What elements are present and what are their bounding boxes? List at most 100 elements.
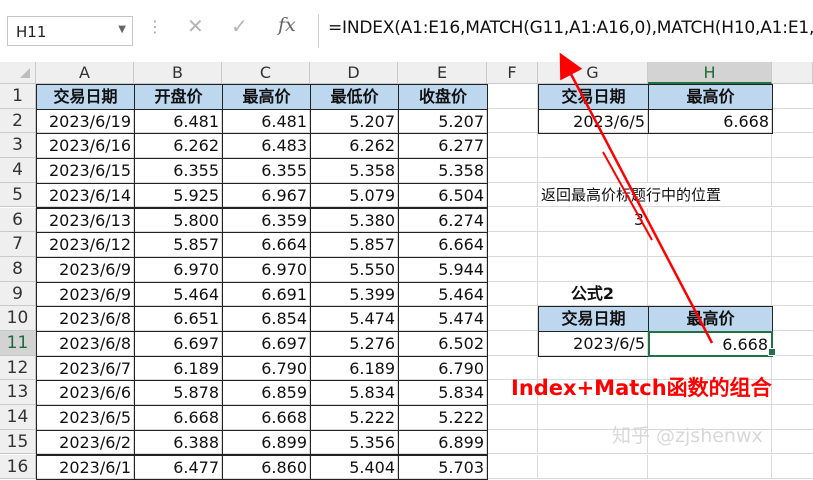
cell[interactable] [538, 257, 648, 282]
table-cell[interactable]: 2023/6/7 [36, 356, 135, 382]
table-cell[interactable]: 6.899 [222, 430, 311, 456]
table-cell[interactable]: 6.668 [222, 405, 311, 431]
row-header-8[interactable]: 8 [0, 257, 36, 282]
table-cell[interactable]: 5.834 [398, 380, 488, 406]
table-cell[interactable]: 6.262 [310, 133, 399, 159]
column-header-g[interactable]: G [538, 62, 648, 84]
active-cell[interactable]: 6.668 [648, 331, 773, 357]
table-cell[interactable]: 6.359 [222, 208, 311, 234]
row-header-13[interactable]: 13 [0, 380, 36, 405]
table-cell[interactable]: 2023/6/16 [36, 133, 135, 159]
select-all-icon[interactable] [20, 68, 30, 78]
table-cell[interactable]: 6.664 [222, 232, 311, 258]
cell[interactable] [538, 232, 648, 257]
row-header-4[interactable]: 4 [0, 158, 36, 183]
table-cell[interactable]: 6.481 [134, 109, 223, 135]
row-header-10[interactable]: 10 [0, 306, 36, 331]
cell[interactable] [648, 455, 772, 480]
lookup-header[interactable]: 交易日期 [538, 84, 649, 110]
row-header-12[interactable]: 12 [0, 356, 36, 381]
cell[interactable] [487, 331, 538, 356]
cell[interactable] [648, 208, 772, 233]
note-value[interactable]: 3 [538, 208, 648, 233]
table-cell[interactable]: 5.857 [134, 232, 223, 258]
table-header[interactable]: 最高价 [222, 84, 311, 110]
table-cell[interactable]: 5.399 [310, 282, 399, 308]
fx-icon[interactable]: fx [278, 14, 296, 36]
table-cell[interactable]: 6.668 [134, 405, 223, 431]
table-cell[interactable]: 2023/6/8 [36, 331, 135, 357]
table-cell[interactable]: 2023/6/13 [36, 208, 135, 234]
table-cell[interactable]: 2023/6/2 [36, 430, 135, 456]
table-cell[interactable]: 6.504 [398, 183, 488, 209]
column-header-h[interactable]: H [648, 62, 772, 84]
table-cell[interactable]: 6.697 [134, 331, 223, 357]
cell[interactable] [487, 183, 538, 208]
cell[interactable] [487, 455, 538, 480]
cell[interactable] [538, 455, 648, 480]
row-header-3[interactable]: 3 [0, 133, 36, 158]
table-cell[interactable]: 2023/6/9 [36, 257, 135, 283]
table-cell[interactable]: 5.207 [310, 109, 399, 135]
table-cell[interactable]: 6.899 [398, 430, 488, 456]
note-label[interactable]: 返回最高价标题行中的位置 [538, 183, 758, 208]
table-cell[interactable]: 6.274 [398, 208, 488, 234]
table-cell[interactable]: 5.703 [398, 455, 488, 480]
table-cell[interactable]: 2023/6/12 [36, 232, 135, 258]
table-cell[interactable]: 6.189 [134, 356, 223, 382]
lookup-value[interactable]: 6.668 [648, 109, 773, 135]
cell[interactable] [487, 158, 538, 183]
row-header-7[interactable]: 7 [0, 232, 36, 257]
table-cell[interactable]: 5.404 [310, 455, 399, 480]
lookup-value[interactable]: 2023/6/5 [538, 109, 649, 135]
cell[interactable] [648, 257, 772, 282]
table-cell[interactable]: 5.222 [310, 405, 399, 431]
table-cell[interactable]: 6.388 [134, 430, 223, 456]
table-cell[interactable]: 5.276 [310, 331, 399, 357]
formula-input[interactable]: =INDEX(A1:E16,MATCH(G11,A1:A16,0),MATCH(… [328, 18, 813, 38]
cell[interactable] [487, 133, 538, 158]
lookup-header[interactable]: 最高价 [648, 84, 773, 110]
table-cell[interactable]: 5.834 [310, 380, 399, 406]
column-header-f[interactable]: F [487, 62, 538, 84]
table-cell[interactable]: 5.800 [134, 208, 223, 234]
column-header-a[interactable]: A [36, 62, 134, 84]
table-cell[interactable]: 5.380 [310, 208, 399, 234]
row-header-11[interactable]: 11 [0, 331, 36, 356]
table-header[interactable]: 开盘价 [134, 84, 223, 110]
table-cell[interactable]: 5.358 [398, 158, 488, 184]
table-cell[interactable]: 6.664 [398, 232, 488, 258]
table-cell[interactable]: 6.355 [134, 158, 223, 184]
table-cell[interactable]: 5.878 [134, 380, 223, 406]
table-cell[interactable]: 5.079 [310, 183, 399, 209]
row-header-15[interactable]: 15 [0, 430, 36, 455]
lookup2-header[interactable]: 交易日期 [538, 306, 649, 332]
table-cell[interactable]: 5.550 [310, 257, 399, 283]
chevron-down-icon[interactable]: ▼ [118, 24, 126, 35]
row-header-16[interactable]: 16 [0, 455, 36, 480]
table-cell[interactable]: 6.790 [222, 356, 311, 382]
close-icon[interactable]: ✕ [187, 14, 204, 38]
table-cell[interactable]: 5.207 [398, 109, 488, 135]
name-box[interactable]: H11 ▼ [7, 16, 133, 46]
cell[interactable] [487, 430, 538, 455]
table-cell[interactable]: 6.859 [222, 380, 311, 406]
table-cell[interactable]: 6.967 [222, 183, 311, 209]
table-cell[interactable]: 2023/6/8 [36, 306, 135, 332]
table-cell[interactable]: 2023/6/19 [36, 109, 135, 135]
cell[interactable] [487, 257, 538, 282]
drag-handle-icon[interactable]: ⋮ [147, 17, 163, 36]
table-cell[interactable]: 6.790 [398, 356, 488, 382]
table-cell[interactable]: 2023/6/15 [36, 158, 135, 184]
cell[interactable] [487, 84, 538, 109]
table-cell[interactable]: 6.189 [310, 356, 399, 382]
table-cell[interactable]: 5.474 [310, 306, 399, 332]
select-all-corner[interactable] [0, 62, 36, 84]
table-cell[interactable]: 5.474 [398, 306, 488, 332]
lookup2-title[interactable]: 公式2 [538, 282, 648, 307]
table-cell[interactable]: 5.358 [310, 158, 399, 184]
cell[interactable] [648, 232, 772, 257]
table-cell[interactable]: 6.854 [222, 306, 311, 332]
table-cell[interactable]: 5.857 [310, 232, 399, 258]
fill-handle[interactable] [768, 348, 776, 356]
